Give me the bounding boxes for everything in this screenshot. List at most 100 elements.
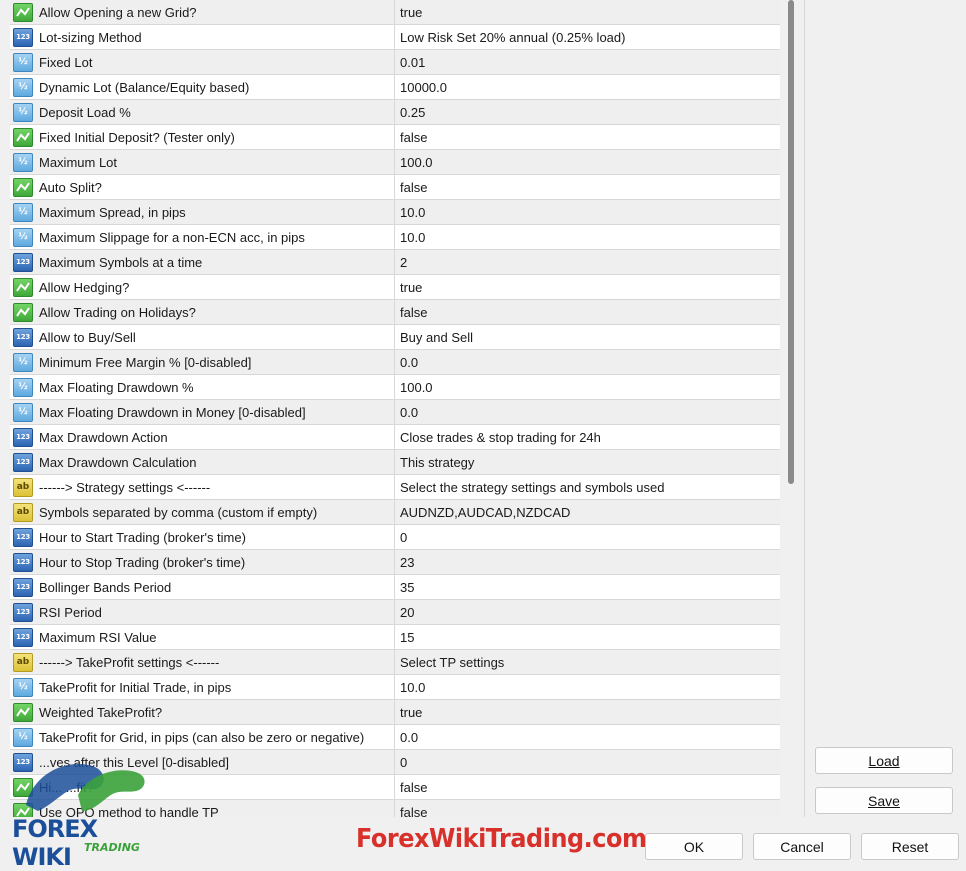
parameter-value[interactable]: This strategy [395,450,780,474]
parameter-value[interactable]: 15 [395,625,780,649]
parameter-name-cell: 123 Hour to Stop Trading (broker's time) [10,550,395,574]
parameter-row[interactable]: 123 Hour to Start Trading (broker's time)… [10,525,780,550]
parameter-value[interactable]: Buy and Sell [395,325,780,349]
parameter-value[interactable]: 2 [395,250,780,274]
parameter-row[interactable]: 123 Bollinger Bands Period 35 [10,575,780,600]
double-type-icon: ½ [13,727,33,747]
parameter-value[interactable]: 0.0 [395,400,780,424]
parameter-row[interactable]: 123 Maximum Symbols at a time 2 [10,250,780,275]
parameter-name-cell: 123 Max Drawdown Calculation [10,450,395,474]
parameter-row[interactable]: 123 Lot-sizing Method Low Risk Set 20% ann… [10,25,780,50]
parameter-name-cell: ½ Maximum Spread, in pips [10,200,395,224]
parameter-value[interactable]: Close trades & stop trading for 24h [395,425,780,449]
parameter-row[interactable]: Weighted TakeProfit? true [10,700,780,725]
parameter-row[interactable]: ½ Deposit Load % 0.25 [10,100,780,125]
parameter-name: Bollinger Bands Period [39,579,172,595]
scrollbar-thumb[interactable] [788,0,794,484]
forexwiki-logo: FOREX WIKI TRADING [8,745,158,871]
parameter-row[interactable]: Fixed Initial Deposit? (Tester only) fals… [10,125,780,150]
parameter-row[interactable]: ½ Maximum Spread, in pips 10.0 [10,200,780,225]
parameter-value[interactable]: false [395,125,780,149]
parameter-row[interactable]: ½ Max Floating Drawdown % 100.0 [10,375,780,400]
parameter-value[interactable]: 0.0 [395,350,780,374]
parameter-row[interactable]: Allow Trading on Holidays? false [10,300,780,325]
parameter-value[interactable]: false [395,300,780,324]
integer-type-icon: 123 [13,452,33,472]
parameter-row[interactable]: ½ Minimum Free Margin % [0-disabled] 0.0 [10,350,780,375]
vertical-scrollbar[interactable] [780,0,802,817]
parameter-value[interactable]: false [395,175,780,199]
parameter-value[interactable]: 10.0 [395,225,780,249]
parameter-name: Fixed Lot [39,54,93,70]
bool-type-icon [13,277,33,297]
parameter-value[interactable]: 100.0 [395,150,780,174]
integer-type-icon: 123 [13,552,33,572]
parameter-value[interactable]: 0 [395,750,780,774]
parameter-value[interactable]: Select the strategy settings and symbols… [395,475,780,499]
parameter-name-cell: 123 Allow to Buy/Sell [10,325,395,349]
parameter-value[interactable]: true [395,700,780,724]
parameter-value[interactable]: false [395,800,780,818]
parameter-row[interactable]: 123 Allow to Buy/Sell Buy and Sell [10,325,780,350]
parameter-row[interactable]: ab ------> TakeProfit settings <------ Sel… [10,650,780,675]
parameter-value[interactable]: 35 [395,575,780,599]
parameter-name-cell: 123 RSI Period [10,600,395,624]
double-type-icon: ½ [13,227,33,247]
parameter-value[interactable]: AUDNZD,AUDCAD,NZDCAD [395,500,780,524]
parameter-value[interactable]: 20 [395,600,780,624]
parameter-name: Max Drawdown Action [39,429,168,445]
integer-type-icon: 123 [13,427,33,447]
parameter-name-cell: 123 Lot-sizing Method [10,25,395,49]
parameter-row[interactable]: 123 Max Drawdown Calculation This strategy [10,450,780,475]
parameter-row[interactable]: 123 RSI Period 20 [10,600,780,625]
parameter-row[interactable]: ab ------> Strategy settings <------ Selec… [10,475,780,500]
reset-button[interactable]: Reset [861,833,959,860]
parameter-name-cell: 123 Hour to Start Trading (broker's time) [10,525,395,549]
parameter-value[interactable]: 10.0 [395,675,780,699]
parameter-value[interactable]: 10.0 [395,200,780,224]
parameter-row[interactable]: ½ Maximum Slippage for a non-ECN acc, in … [10,225,780,250]
bool-type-icon [13,2,33,22]
parameter-row[interactable]: ½ Max Floating Drawdown in Money [0-disab… [10,400,780,425]
parameter-value[interactable]: 100.0 [395,375,780,399]
load-button[interactable]: Load [815,747,953,774]
parameter-value[interactable]: 23 [395,550,780,574]
double-type-icon: ½ [13,202,33,222]
double-type-icon: ½ [13,152,33,172]
parameter-value[interactable]: 10000.0 [395,75,780,99]
parameter-row[interactable]: Auto Split? false [10,175,780,200]
parameter-name: Max Floating Drawdown in Money [0-disabl… [39,404,306,420]
save-button[interactable]: Save [815,787,953,814]
parameter-name: Weighted TakeProfit? [39,704,163,720]
parameter-name-cell: Allow Trading on Holidays? [10,300,395,324]
cancel-button[interactable]: Cancel [753,833,851,860]
parameter-value[interactable]: true [395,0,780,24]
double-type-icon: ½ [13,677,33,697]
parameter-row[interactable]: 123 Hour to Stop Trading (broker's time) 2… [10,550,780,575]
parameter-value[interactable]: 0.0 [395,725,780,749]
ok-button[interactable]: OK [645,833,743,860]
parameter-row[interactable]: ½ TakeProfit for Initial Trade, in pips 10… [10,675,780,700]
double-type-icon: ½ [13,352,33,372]
string-type-icon: ab [13,652,33,672]
parameter-value[interactable]: Low Risk Set 20% annual (0.25% load) [395,25,780,49]
parameter-row[interactable]: Allow Opening a new Grid? true [10,0,780,25]
parameter-row[interactable]: ½ Fixed Lot 0.01 [10,50,780,75]
double-type-icon: ½ [13,52,33,72]
parameter-value[interactable]: Select TP settings [395,650,780,674]
parameter-row[interactable]: ½ Dynamic Lot (Balance/Equity based) 10000… [10,75,780,100]
parameter-row[interactable]: 123 Maximum RSI Value 15 [10,625,780,650]
integer-type-icon: 123 [13,252,33,272]
parameter-name: Fixed Initial Deposit? (Tester only) [39,129,235,145]
parameter-value[interactable]: 0.01 [395,50,780,74]
parameter-value[interactable]: 0 [395,525,780,549]
bool-type-icon [13,127,33,147]
parameter-value[interactable]: 0.25 [395,100,780,124]
parameter-value[interactable]: false [395,775,780,799]
parameter-row[interactable]: 123 Max Drawdown Action Close trades & sto… [10,425,780,450]
parameter-row[interactable]: Allow Hedging? true [10,275,780,300]
parameter-value[interactable]: true [395,275,780,299]
parameter-row[interactable]: ½ Maximum Lot 100.0 [10,150,780,175]
parameter-row[interactable]: ab Symbols separated by comma (custom if … [10,500,780,525]
parameter-name-cell: ab ------> Strategy settings <------ [10,475,395,499]
